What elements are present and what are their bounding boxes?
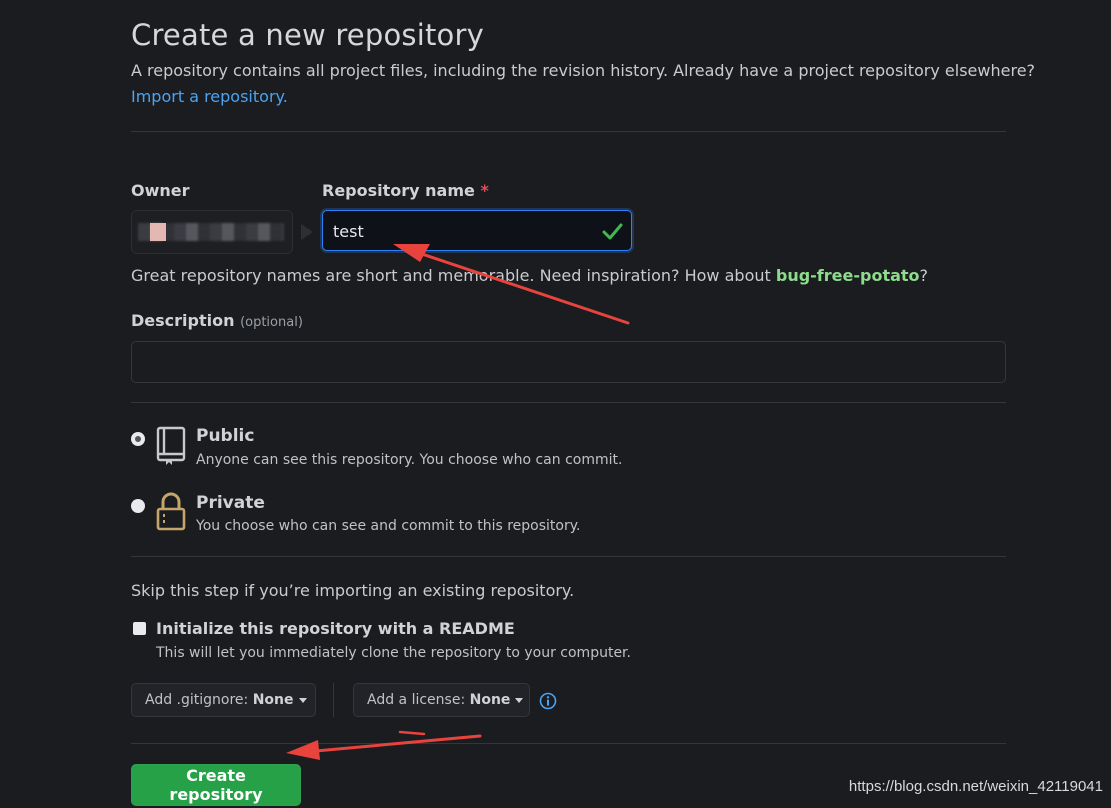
repo-name-label-text: Repository name [322, 181, 475, 200]
hint-text: Great repository names are short and mem… [131, 266, 776, 285]
repo-name-input[interactable]: test [322, 210, 632, 251]
private-title: Private [196, 493, 265, 513]
hint-suffix: ? [919, 266, 929, 285]
caret-down-icon [298, 697, 307, 703]
repo-name-label: Repository name * [322, 181, 489, 200]
dropdown-separator [333, 683, 334, 717]
license-value: None [469, 692, 511, 708]
owner-select[interactable] [131, 210, 293, 254]
divider [131, 402, 1006, 403]
public-radio[interactable] [131, 432, 145, 446]
repo-name-hint: Great repository names are short and mem… [131, 266, 928, 285]
skip-step-text: Skip this step if you’re importing an ex… [131, 581, 575, 600]
name-suggestion[interactable]: bug-free-potato [776, 266, 920, 285]
repo-book-icon [156, 426, 186, 465]
readme-checkbox[interactable] [133, 622, 146, 635]
gitignore-value: None [252, 692, 294, 708]
caret-down-icon [515, 697, 524, 703]
description-label-text: Description [131, 311, 235, 330]
description-label: Description (optional) [131, 311, 303, 330]
readme-desc: This will let you immediately clone the … [156, 645, 631, 661]
divider [131, 556, 1006, 557]
create-repository-button[interactable]: Create repository [131, 764, 301, 806]
avatar [150, 223, 166, 241]
import-repository-link[interactable]: Import a repository. [131, 87, 288, 106]
private-radio[interactable] [131, 499, 145, 513]
page-title: Create a new repository [131, 18, 484, 52]
lock-icon [156, 492, 186, 531]
gitignore-label: Add .gitignore: [145, 692, 249, 708]
check-icon [602, 223, 623, 240]
license-label: Add a license: [367, 692, 466, 708]
create-repository-page: Create a new repository A repository con… [0, 0, 1111, 808]
gitignore-dropdown[interactable]: Add .gitignore: None [131, 683, 316, 717]
owner-separator [301, 224, 313, 240]
divider [131, 743, 1006, 744]
info-icon[interactable] [539, 692, 557, 710]
annotation-arrow-create [286, 730, 482, 760]
public-title: Public [196, 426, 255, 446]
divider [131, 131, 1006, 132]
watermark: https://blog.csdn.net/weixin_42119041 [848, 778, 1103, 795]
description-input[interactable] [131, 341, 1006, 383]
optional-tag: (optional) [240, 315, 303, 330]
readme-title: Initialize this repository with a README [156, 619, 515, 638]
page-subtitle: A repository contains all project files,… [131, 61, 1036, 80]
license-dropdown[interactable]: Add a license: None [353, 683, 530, 717]
private-desc: You choose who can see and commit to thi… [196, 518, 581, 534]
required-mark: * [480, 181, 489, 200]
public-desc: Anyone can see this repository. You choo… [196, 452, 623, 468]
owner-label: Owner [131, 181, 190, 200]
